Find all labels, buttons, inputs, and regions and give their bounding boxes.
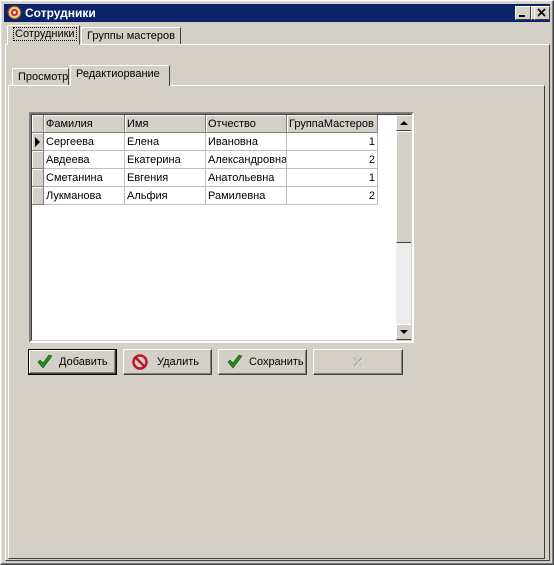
column-header-master-group[interactable]: ГруппаМастеров bbox=[287, 115, 378, 133]
table-cell[interactable]: Сергеева bbox=[44, 133, 125, 151]
table-cell[interactable]: 2 bbox=[287, 187, 378, 205]
row-indicator[interactable] bbox=[32, 151, 44, 169]
arrow-down-icon bbox=[400, 330, 408, 334]
minimize-button[interactable] bbox=[515, 6, 531, 20]
close-button[interactable] bbox=[534, 6, 550, 20]
delete-button-label: Удалить bbox=[157, 356, 199, 368]
tab-edit[interactable]: Редактиорвание bbox=[70, 65, 170, 86]
table-cell[interactable]: Рамилевна bbox=[206, 187, 287, 205]
table-cell[interactable]: Авдеева bbox=[44, 151, 125, 169]
cross-icon bbox=[353, 357, 364, 368]
scroll-thumb[interactable] bbox=[396, 131, 411, 243]
save-button-label: Сохранить bbox=[249, 356, 304, 368]
table-cell[interactable]: 2 bbox=[287, 151, 378, 169]
employees-grid[interactable]: Фамилия Имя Отчество ГруппаМастеров Серг… bbox=[29, 112, 414, 343]
delete-button[interactable]: Удалить bbox=[123, 349, 212, 375]
window-title: Сотрудники bbox=[25, 6, 96, 20]
title-bar[interactable]: Сотрудники bbox=[4, 4, 550, 22]
tab-view[interactable]: Просмотр bbox=[12, 68, 69, 86]
close-icon bbox=[537, 8, 546, 17]
arrow-up-icon bbox=[400, 121, 408, 125]
checkmark-icon bbox=[37, 354, 53, 369]
add-button-label: Добавить bbox=[59, 356, 108, 368]
row-indicator[interactable] bbox=[32, 169, 44, 187]
vertical-scrollbar[interactable] bbox=[396, 115, 411, 340]
table-cell[interactable]: Александровна bbox=[206, 151, 287, 169]
current-row-arrow-icon bbox=[35, 137, 40, 147]
tab-employees-label: Сотрудники bbox=[13, 27, 77, 41]
table-cell[interactable]: Лукманова bbox=[44, 187, 125, 205]
checkmark-icon bbox=[227, 354, 243, 369]
save-button[interactable]: Сохранить bbox=[218, 349, 307, 375]
column-header-lastname[interactable]: Фамилия bbox=[44, 115, 125, 133]
app-icon bbox=[7, 5, 22, 20]
row-indicator[interactable] bbox=[32, 133, 44, 151]
tab-view-label: Просмотр bbox=[18, 71, 69, 83]
main-window: Сотрудники Сотрудники Группы мастеров Пр… bbox=[0, 0, 554, 565]
tab-employees[interactable]: Сотрудники bbox=[7, 25, 80, 45]
table-cell[interactable]: Альфия bbox=[125, 187, 206, 205]
scroll-down-button[interactable] bbox=[396, 324, 411, 340]
row-indicator[interactable] bbox=[32, 187, 44, 205]
column-header-firstname[interactable]: Имя bbox=[125, 115, 206, 133]
column-header-patronymic[interactable]: Отчество bbox=[206, 115, 287, 133]
no-entry-icon bbox=[132, 354, 148, 370]
grid-indicator-header bbox=[32, 115, 44, 133]
add-button[interactable]: Добавить bbox=[28, 349, 117, 375]
cancel-button[interactable] bbox=[313, 349, 403, 375]
table-cell[interactable]: Сметанина bbox=[44, 169, 125, 187]
table-cell[interactable]: Евгения bbox=[125, 169, 206, 187]
scroll-up-button[interactable] bbox=[396, 115, 411, 131]
minimize-icon bbox=[519, 15, 525, 17]
tab-edit-label: Редактиорвание bbox=[76, 68, 160, 80]
table-cell[interactable]: Екатерина bbox=[125, 151, 206, 169]
table-cell[interactable]: 1 bbox=[287, 133, 378, 151]
tab-master-groups[interactable]: Группы мастеров bbox=[81, 27, 181, 45]
table-cell[interactable]: Елена bbox=[125, 133, 206, 151]
tab-master-groups-label: Группы мастеров bbox=[87, 30, 175, 42]
table-cell[interactable]: Анатольевна bbox=[206, 169, 287, 187]
table-cell[interactable]: 1 bbox=[287, 169, 378, 187]
table-cell[interactable]: Ивановна bbox=[206, 133, 287, 151]
